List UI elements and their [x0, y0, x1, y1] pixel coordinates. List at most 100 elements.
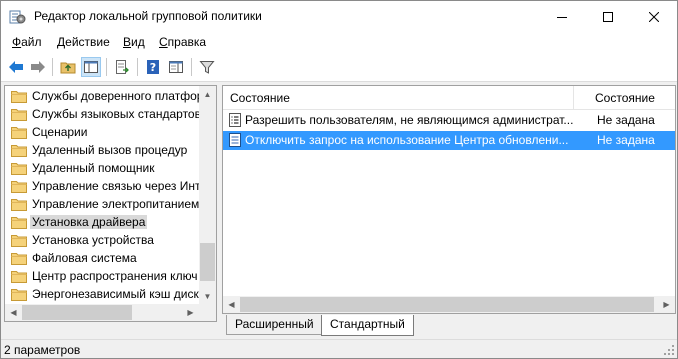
- tree-item[interactable]: Службы доверенного платфор: [5, 87, 201, 105]
- folder-icon: [11, 179, 27, 196]
- settings-list-pane: Состояние Состояние Разрешить пользовате…: [222, 85, 676, 314]
- folder-icon: [11, 287, 27, 304]
- tree-vertical-scrollbar[interactable]: ▲ ▼: [199, 86, 216, 305]
- close-button[interactable]: [631, 1, 677, 32]
- folder-up-icon: [60, 62, 76, 74]
- scroll-right-arrow[interactable]: ▶: [658, 296, 675, 313]
- tree-item-label: Сценарии: [32, 125, 88, 139]
- menu-view-accel: В: [123, 35, 132, 49]
- export-list-icon: [116, 60, 129, 74]
- filter-button[interactable]: [197, 57, 217, 77]
- folder-icon: [11, 233, 27, 250]
- scroll-up-arrow[interactable]: ▲: [199, 86, 216, 103]
- column-header-setting[interactable]: Состояние: [230, 91, 290, 105]
- tree-item-label: Установка драйвера: [30, 215, 148, 229]
- tree-vertical-scroll-thumb[interactable]: [200, 243, 215, 281]
- properties-view-button[interactable]: [166, 57, 186, 77]
- view-tabs: Расширенный Стандартный: [222, 315, 676, 337]
- tree-horizontal-scrollbar[interactable]: ◀ ▶: [5, 304, 216, 321]
- list-header: Состояние Состояние: [223, 86, 675, 110]
- menu-help-label: правка: [167, 35, 207, 49]
- toolbar: ?: [1, 52, 677, 82]
- title-bar[interactable]: Редактор локальной групповой политики: [1, 1, 677, 32]
- scroll-right-arrow[interactable]: ▶: [182, 304, 199, 321]
- status-text: 2 параметров: [4, 343, 81, 357]
- toolbar-separator: [191, 58, 192, 76]
- folder-up-button[interactable]: [58, 57, 78, 77]
- folder-icon: [11, 269, 27, 286]
- scroll-left-arrow[interactable]: ◀: [5, 304, 22, 321]
- tree-item-label: Службы языковых стандартов: [32, 107, 201, 121]
- maximize-button[interactable]: [585, 1, 631, 32]
- tree-item[interactable]: Удаленный вызов процедур: [5, 141, 201, 159]
- tree-item[interactable]: Управление связью через Инте: [5, 177, 201, 195]
- folder-icon: [11, 125, 27, 142]
- list-horizontal-scrollbar[interactable]: ◀ ▶: [223, 296, 675, 313]
- tree-item[interactable]: Установка устройства: [5, 231, 201, 249]
- folder-icon: [11, 89, 27, 106]
- folder-icon: [11, 215, 27, 232]
- tree-item-label: Установка устройства: [32, 233, 154, 247]
- setting-state: Не задана: [597, 133, 655, 147]
- tab-extended[interactable]: Расширенный: [226, 315, 323, 335]
- list-horizontal-scroll-thumb[interactable]: [240, 297, 654, 312]
- setting-row-selected[interactable]: Отключить запрос на использование Центра…: [223, 131, 675, 150]
- back-button[interactable]: [6, 57, 26, 77]
- tree-item-label: Энергонезависимый кэш диск: [32, 287, 199, 301]
- minimize-button[interactable]: [539, 1, 585, 32]
- column-header-state[interactable]: Состояние: [595, 91, 655, 105]
- tree-item[interactable]: Удаленный помощник: [5, 159, 201, 177]
- svg-text:?: ?: [150, 61, 156, 74]
- tree-horizontal-scroll-thumb[interactable]: [22, 305, 132, 320]
- tree-item-label: Файловая система: [32, 251, 137, 265]
- tree-item-label: Службы доверенного платфор: [32, 89, 201, 103]
- menu-file[interactable]: Файл: [12, 35, 42, 49]
- tree-item-label: Центр распространения ключ: [32, 269, 198, 283]
- export-list-button[interactable]: [112, 57, 132, 77]
- folder-icon: [11, 197, 27, 214]
- tree-item[interactable]: Файловая система: [5, 249, 201, 267]
- tree-item[interactable]: Службы языковых стандартов: [5, 105, 201, 123]
- help-button[interactable]: ?: [143, 57, 163, 77]
- tree-item-label: Удаленный помощник: [32, 161, 155, 175]
- forward-button[interactable]: [28, 57, 48, 77]
- forward-icon: [31, 61, 45, 73]
- policy-setting-icon: [229, 113, 241, 127]
- menu-action[interactable]: Действие: [57, 35, 110, 49]
- menu-action-label: ействие: [65, 35, 110, 49]
- tab-standard[interactable]: Стандартный: [321, 315, 414, 336]
- tree-item[interactable]: Управление электропитанием: [5, 195, 201, 213]
- maximize-icon: [603, 11, 613, 22]
- menu-bar: Файл Действие Вид Справка: [1, 32, 677, 52]
- status-bar: 2 параметров: [1, 339, 677, 358]
- show-hide-tree-button[interactable]: [81, 57, 101, 77]
- folder-icon: [11, 143, 27, 160]
- window-title: Редактор локальной групповой политики: [34, 9, 262, 23]
- menu-help[interactable]: Справка: [159, 35, 206, 49]
- tree-item[interactable]: Центр распространения ключ: [5, 267, 201, 285]
- tree-item-label: Управление связью через Инте: [32, 179, 201, 193]
- tree-item[interactable]: Сценарии: [5, 123, 201, 141]
- minimize-icon: [557, 16, 567, 18]
- scroll-down-arrow[interactable]: ▼: [199, 288, 216, 305]
- scroll-left-arrow[interactable]: ◀: [223, 296, 240, 313]
- menu-file-accel: Ф: [12, 35, 22, 49]
- setting-row[interactable]: Разрешить пользователям, не являющимся а…: [223, 111, 675, 130]
- tree-pane: Службы доверенного платфор Службы языковы…: [4, 85, 217, 322]
- gpedit-app-icon: [9, 10, 26, 24]
- properties-view-icon: [169, 61, 183, 73]
- close-icon: [649, 11, 659, 22]
- column-separator[interactable]: [573, 86, 574, 110]
- tree-item-label: Удаленный вызов процедур: [32, 143, 188, 157]
- toolbar-separator: [106, 58, 107, 76]
- filter-icon: [199, 61, 215, 74]
- tree-item-label: Управление электропитанием: [32, 197, 200, 211]
- tree-item-selected[interactable]: Установка драйвера: [5, 213, 201, 231]
- tree-item[interactable]: Энергонезависимый кэш диск: [5, 285, 201, 303]
- folder-icon: [11, 107, 27, 124]
- menu-action-accel: Д: [57, 35, 66, 49]
- toolbar-separator: [52, 58, 53, 76]
- menu-view[interactable]: Вид: [123, 35, 145, 49]
- back-icon: [9, 61, 23, 73]
- resize-grip-icon[interactable]: [663, 344, 675, 356]
